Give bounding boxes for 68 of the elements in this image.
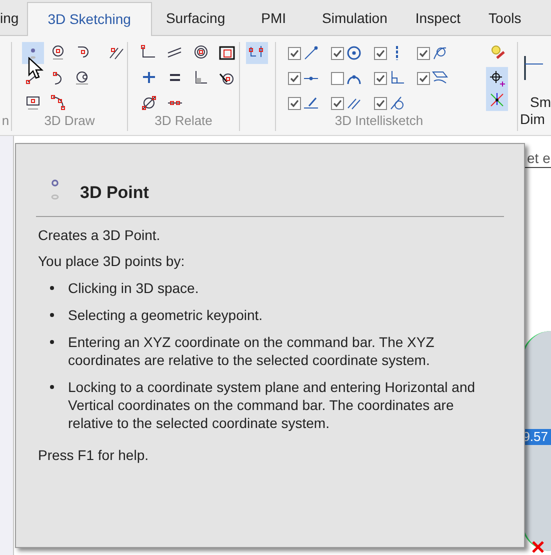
smart-dimension-button[interactable]: Sm Dim [518,42,551,135]
point-button[interactable] [22,42,44,64]
checkbox[interactable] [374,96,387,110]
check-icon [419,48,428,58]
ribbon-tab[interactable]: Tools [474,2,536,35]
dimension-icon [523,54,543,82]
check-icon [376,74,385,82]
ribbon-tab[interactable]: PMI [239,2,308,35]
line-icon [26,72,40,84]
group-label: 3D Relate [154,114,214,130]
tooltip-text: Clicking in 3D space. [68,278,200,296]
group-label: n [0,114,10,130]
line-endpoint-icon [302,44,320,62]
ribbon-tab[interactable]: Surfacing [152,2,240,35]
curved-arc-icon [53,72,62,84]
bullet-icon [50,286,54,290]
symmetry-icon [140,94,158,112]
collinear-icon [167,101,183,105]
vertical-dotted-icon [395,46,399,60]
ribbon-tab[interactable]: 3D Sketching [26,2,152,36]
point-icon [50,178,60,200]
bullet-icon [50,340,54,344]
rectangle-icon [24,94,42,112]
checkbox[interactable] [288,72,301,84]
group-label: 3D Intellisketch [334,114,424,130]
frame-icon [218,44,236,62]
tangent-circle-icon [388,94,406,112]
check-icon [376,48,385,58]
bullet-icon [50,312,54,316]
close-icon [532,541,544,553]
button-label: Sm [530,94,551,110]
point-icon [30,48,36,58]
relationship-handles-button[interactable] [246,42,268,64]
checkbox[interactable] [417,46,430,60]
checkbox[interactable] [331,96,344,110]
check-icon [290,98,299,108]
ribbon-tab[interactable]: ing [0,2,27,35]
checkbox[interactable] [374,46,387,60]
axes-icon [488,91,506,109]
tooltip-text: Selecting a geometric keypoint. [68,306,264,324]
tooltip-text: Creates a 3D Point. [38,226,162,244]
check-icon [333,48,342,58]
circle-center-icon [345,44,363,62]
tooltip-text: You place 3D points by: [38,252,186,270]
midpoint-line-icon [303,76,319,80]
button-label: Dim [520,111,545,127]
ribbon-tab[interactable]: Inspect [401,2,475,35]
bullet-icon [50,384,54,388]
group-label: 3D Draw [43,114,96,130]
checkbox[interactable] [417,72,430,84]
checkbox[interactable] [374,72,387,84]
tooltip-text: Press F1 for help. [38,446,150,464]
crosshair-plus-icon [488,69,506,87]
checkbox[interactable] [331,72,344,84]
check-icon [376,98,385,108]
checkbox[interactable] [288,96,301,110]
tooltip-title: 3D Point [80,182,149,204]
tooltip-text: Entering an XYZ coordinate on the command bar. The XYZ coordinates are relative to the selected coordinate system. [68,332,436,368]
mouse-pointer-icon [28,57,44,81]
check-icon [419,74,428,82]
check-icon [290,48,299,58]
checkbox[interactable] [331,46,344,60]
checkbox[interactable] [288,46,301,60]
curve-icon [48,94,67,112]
tooltip-text: Locking to a coordinate system plane and entering Horizontal and Vertical coordinates on the command bar. The coordinates are relative to the selected coordinate system. [68,378,476,432]
check-icon [290,74,299,82]
ribbon-tab[interactable]: Simulation [308,2,402,35]
check-icon [333,98,342,108]
